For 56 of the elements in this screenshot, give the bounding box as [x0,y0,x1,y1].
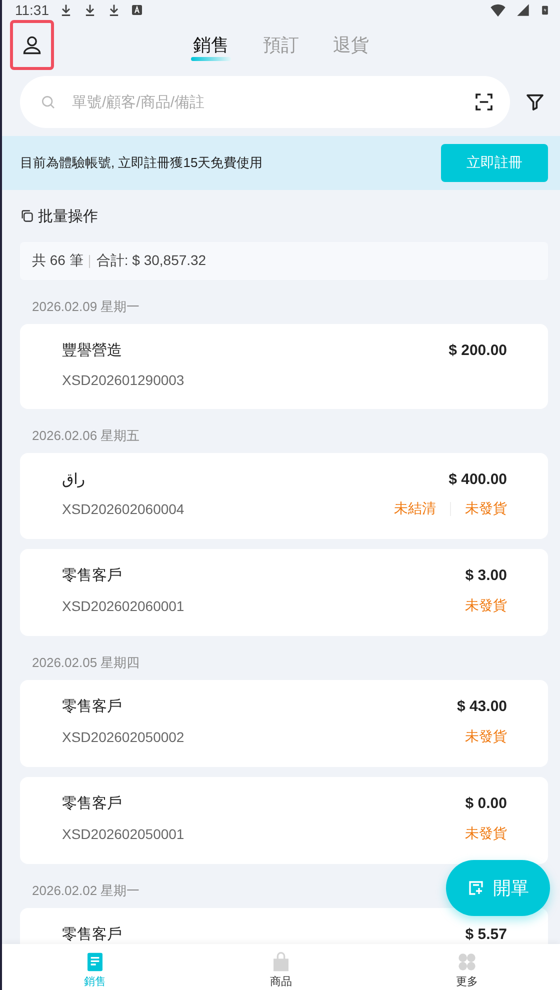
scan-icon [474,92,494,112]
copy-icon [20,209,34,223]
order-total: 合計: $ 30,857.32 [96,252,206,270]
order-number: XSD202602060004 [62,501,186,517]
order-card[interactable]: 零售客戶 $ 5.57 [20,908,548,944]
download-icon [83,3,97,17]
nav-tab[interactable]: 更多 [374,944,560,990]
search-field[interactable]: 單號/顧客/商品/備註 [70,92,460,112]
filter-icon [525,92,545,112]
order-card[interactable]: 零售客戶 $ 0.00 XSD202602050001 未發貨 [20,777,548,864]
clock: 11:31 [15,2,49,18]
banner-text: 目前為體驗帳號, 立即註冊獲15天免費使用 [20,154,263,172]
order-amount: $ 43.00 [456,698,507,715]
search-bar[interactable]: 單號/顧客/商品/備註 [20,76,510,128]
order-number: XSD202602060001 [62,598,186,614]
wifi-icon [490,2,506,18]
customer-name: 零售客戶 [62,566,123,585]
order-amount: $ 0.00 [465,795,507,812]
order-number: XSD202601290003 [62,372,186,388]
nav-tab[interactable]: 商品 [188,944,374,990]
date-header: 2026.02.05 星期四 [32,654,140,672]
status-label: 未結清 [394,500,436,518]
customer-name: 零售客戶 [62,794,123,813]
bulk-action-button[interactable]: 批量操作 [20,190,548,242]
grid-icon [456,952,478,972]
customer-name: 零售客戶 [62,925,123,944]
download-icon [59,3,73,17]
order-amount: $ 5.57 [465,926,507,943]
app-notification-icon [131,4,143,16]
customer-name: راق [62,470,86,488]
status-label: 未發貨 [465,825,507,843]
date-header: 2026.02.02 星期一 [32,882,140,900]
user-icon [21,34,43,56]
order-amount: $ 200.00 [448,342,507,359]
tab[interactable]: 銷售 [191,29,231,61]
signal-icon [516,3,530,17]
customer-name: 零售客戶 [62,697,123,716]
customer-name: 豐譽營造 [62,341,123,360]
order-card[interactable]: 豐譽營造 $ 200.00 XSD202601290003 [20,324,548,409]
order-card[interactable]: 零售客戶 $ 43.00 XSD202602050002 未發貨 [20,680,548,767]
status-label: 未發貨 [465,500,507,518]
date-header: 2026.02.09 星期一 [32,298,140,316]
order-number: XSD202602050002 [62,729,186,745]
order-card[interactable]: 零售客戶 $ 3.00 XSD202602060001 未發貨 [20,549,548,636]
order-amount: $ 400.00 [448,470,507,488]
scan-button[interactable] [474,92,494,112]
order-number: XSD202602050001 [62,826,186,842]
download-icon [107,3,121,17]
order-count: 共 66 筆 [32,252,84,270]
add-note-icon [467,879,485,897]
status-label: 未發貨 [465,597,507,615]
date-header: 2026.02.06 星期五 [32,427,140,445]
search-icon [40,94,56,110]
status-label: 未發貨 [465,728,507,746]
profile-button[interactable] [10,20,54,70]
order-amount: $ 3.00 [465,567,507,584]
